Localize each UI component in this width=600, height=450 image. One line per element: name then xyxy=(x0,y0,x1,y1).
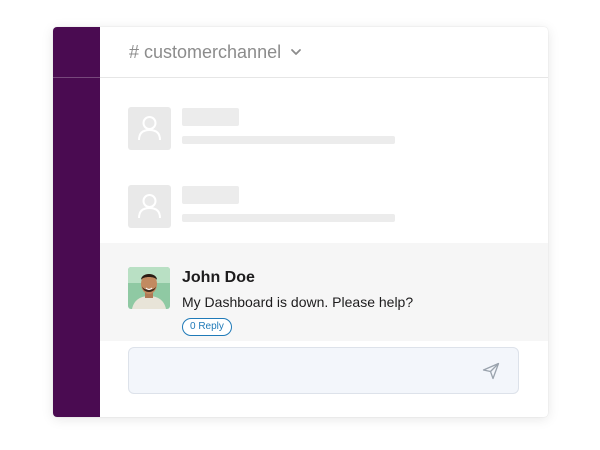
user-icon xyxy=(138,194,161,219)
placeholder-avatar xyxy=(128,107,171,150)
placeholder-name-line xyxy=(182,108,239,126)
channel-switcher[interactable]: # customerchannel xyxy=(129,42,302,63)
reply-button[interactable]: 0 Reply xyxy=(182,318,232,336)
message-placeholder xyxy=(128,107,508,151)
channel-pane: # customerchannel John Doe My Dashboard … xyxy=(100,27,548,417)
channel-header: # customerchannel xyxy=(100,27,548,78)
channel-title: # customerchannel xyxy=(129,41,282,62)
message-item: John Doe My Dashboard is down. Please he… xyxy=(100,243,548,341)
avatar-image xyxy=(128,267,170,309)
placeholder-text-line xyxy=(182,136,395,144)
placeholder-avatar xyxy=(128,185,171,228)
avatar[interactable] xyxy=(128,267,170,309)
workspace-sidebar xyxy=(53,27,100,417)
send-icon[interactable] xyxy=(482,362,500,380)
message-author[interactable]: John Doe xyxy=(182,269,255,287)
user-icon xyxy=(138,116,161,141)
message-text: My Dashboard is down. Please help? xyxy=(182,294,414,310)
message-composer xyxy=(128,347,519,394)
sidebar-divider xyxy=(53,77,100,78)
message-placeholder xyxy=(128,185,508,229)
placeholder-name-line xyxy=(182,186,239,204)
chat-window: # customerchannel John Doe My Dashboard … xyxy=(53,27,548,417)
message-input[interactable] xyxy=(139,356,463,388)
chevron-down-icon xyxy=(291,49,301,55)
placeholder-text-line xyxy=(182,214,395,222)
